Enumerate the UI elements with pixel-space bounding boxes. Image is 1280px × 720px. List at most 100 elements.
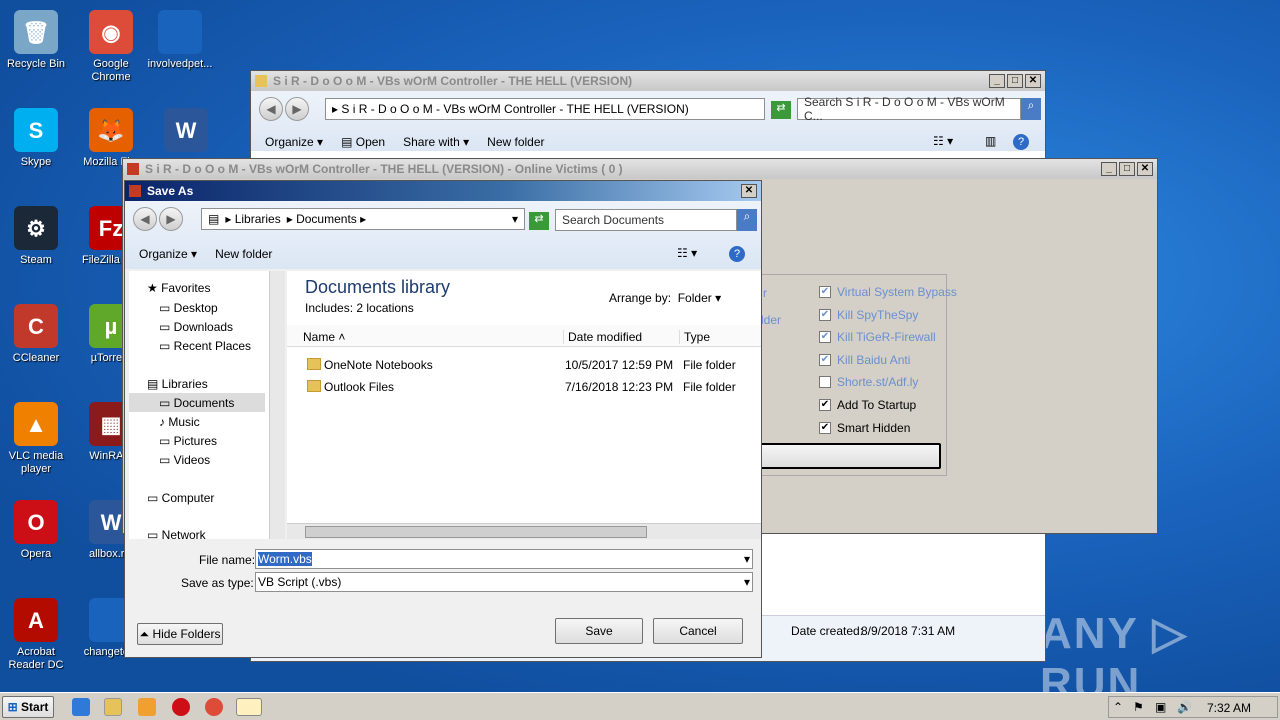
network-icon[interactable]: ▣ <box>1155 700 1166 714</box>
address-dropdown-icon[interactable]: ▾ <box>512 212 518 226</box>
option-checkbox[interactable]: ✔ Kill SpyTheSpy <box>819 308 918 322</box>
cancel-button[interactable]: Cancel <box>653 618 743 644</box>
nav-documents[interactable]: ▭ Documents <box>129 393 265 412</box>
new-folder-button[interactable]: New folder <box>215 247 272 261</box>
chrome-icon[interactable] <box>205 698 223 716</box>
minimize-button[interactable]: _ <box>1101 162 1117 176</box>
file-pane[interactable]: Documents library Includes: 2 locations … <box>287 271 761 539</box>
preview-pane-icon[interactable]: ▥ <box>985 134 996 148</box>
action-center-icon[interactable]: ⚑ <box>1133 700 1144 714</box>
volume-icon[interactable]: 🔊 <box>1177 700 1192 714</box>
close-button[interactable]: ✕ <box>1025 74 1041 88</box>
save-button[interactable]: Save <box>555 618 643 644</box>
explorer-titlebar[interactable]: S i R - D o O o M - VBs wOrM Controller … <box>251 71 1045 91</box>
back-button[interactable]: ◀ <box>259 97 283 121</box>
nav-computer[interactable]: ▭ Computer <box>147 491 214 505</box>
new-folder-button[interactable]: New folder <box>487 135 544 149</box>
nav-scrollbar[interactable] <box>269 271 285 539</box>
checkbox-box[interactable]: ✔ <box>819 421 831 434</box>
explorer-address-bar[interactable]: ▸ S i R - D o O o M - VBs wOrM Controlle… <box>325 98 765 120</box>
organize-menu[interactable]: Organize ▾ <box>265 135 323 149</box>
table-row[interactable]: OneNote Notebooks 10/5/2017 12:59 PM File … <box>287 355 761 375</box>
maximize-button[interactable]: □ <box>1007 74 1023 88</box>
option-checkbox[interactable]: ✔ Virtual System Bypass <box>819 285 957 299</box>
desktop-icon[interactable]: A Acrobat Reader DC <box>1 598 71 672</box>
desktop-icon[interactable]: W <box>151 108 221 156</box>
option-checkbox[interactable]: ✔ Smart Hidden <box>819 421 910 435</box>
view-options-icon[interactable]: ☷ ▾ <box>677 246 697 260</box>
desktop-icon[interactable]: 🗑 Recycle Bin <box>1 10 71 71</box>
explorer-icon[interactable] <box>104 698 122 716</box>
navigation-pane[interactable]: ★ Favorites ▭ Desktop ▭ Downloads ▭ Rece… <box>129 271 285 539</box>
nav-videos[interactable]: ▭ Videos <box>159 453 210 467</box>
save-as-titlebar[interactable]: Save As ✕ <box>125 181 761 201</box>
media-player-icon[interactable] <box>138 698 156 716</box>
column-type[interactable]: Type <box>679 330 710 344</box>
column-date-modified[interactable]: Date modified <box>563 330 642 344</box>
share-with-menu[interactable]: Share with ▾ <box>403 135 469 149</box>
nav-libraries[interactable]: ▤ Libraries <box>147 377 208 391</box>
nav-favorites[interactable]: ★ Favorites <box>147 281 210 295</box>
close-button[interactable]: ✕ <box>741 184 757 198</box>
file-name-dropdown-icon[interactable]: ▾ <box>744 552 750 566</box>
refresh-icon[interactable]: ⇄ <box>529 212 549 230</box>
option-checkbox[interactable]: ✔ Kill TiGeR-Firewall <box>819 330 936 344</box>
explorer-search-input[interactable]: Search S i R - D o O o M - VBs wOrM C... <box>797 95 1021 123</box>
forward-button[interactable]: ▶ <box>159 207 183 231</box>
back-button[interactable]: ◀ <box>133 207 157 231</box>
tray-chevron-icon[interactable]: ⌃ <box>1113 700 1123 714</box>
option-checkbox[interactable]: Shorte.st/Adf.ly <box>819 375 918 389</box>
forward-button[interactable]: ▶ <box>285 97 309 121</box>
desktop-icon[interactable]: ⚙ Steam <box>1 206 71 267</box>
nav-recent-places[interactable]: ▭ Recent Places <box>159 339 251 353</box>
nav-desktop[interactable]: ▭ Desktop <box>159 301 218 315</box>
breadcrumb-documents[interactable]: ▸ Documents ▸ <box>287 212 366 226</box>
checkbox-box[interactable] <box>819 376 831 389</box>
checkbox-box[interactable]: ✔ <box>819 286 831 298</box>
desktop-icon[interactable]: ◉ Google Chrome <box>76 10 146 84</box>
start-button[interactable]: ⊞ Start <box>2 696 54 718</box>
controller-titlebar[interactable]: S i R - D o O o M - VBs wOrM Controller … <box>123 159 1157 179</box>
horizontal-scrollbar[interactable] <box>287 523 761 539</box>
nav-pictures[interactable]: ▭ Pictures <box>159 434 217 448</box>
desktop-icon[interactable]: C CCleaner <box>1 304 71 365</box>
scroll-thumb[interactable] <box>305 526 647 538</box>
search-icon[interactable]: ⌕ <box>737 209 757 231</box>
worm-controller-icon[interactable] <box>236 698 262 716</box>
hide-folders-button[interactable]: ⏶ Hide Folders <box>137 623 223 645</box>
opera-icon[interactable] <box>172 698 190 716</box>
help-icon[interactable]: ? <box>1013 134 1029 150</box>
arrange-by[interactable]: Arrange by: Folder ▾ <box>609 291 721 305</box>
view-options-icon[interactable]: ☷ ▾ <box>933 134 953 148</box>
desktop-icon[interactable]: O Opera <box>1 500 71 561</box>
file-name-input[interactable]: Worm.vbs ▾ <box>255 549 753 569</box>
close-button[interactable]: ✕ <box>1137 162 1153 176</box>
desktop-icon[interactable]: ▲ VLC media player <box>1 402 71 476</box>
minimize-button[interactable]: _ <box>989 74 1005 88</box>
breadcrumb-libraries[interactable]: ▸ Libraries <box>225 212 280 226</box>
open-button[interactable]: ▤ Open <box>341 135 385 149</box>
checkbox-box[interactable]: ✔ <box>819 308 831 321</box>
clock[interactable]: 7:32 AM <box>1207 701 1251 715</box>
save-as-type-select[interactable]: VB Script (.vbs) ▾ <box>255 572 753 592</box>
save-as-type-dropdown-icon[interactable]: ▾ <box>744 575 750 589</box>
ie-icon[interactable] <box>72 698 90 716</box>
nav-music[interactable]: ♪ Music <box>159 415 200 429</box>
nav-downloads[interactable]: ▭ Downloads <box>159 320 233 334</box>
option-checkbox[interactable]: ✔ Kill Baidu Anti <box>819 353 910 367</box>
checkbox-box[interactable]: ✔ <box>819 353 831 366</box>
save-as-search-input[interactable]: Search Documents <box>555 209 737 231</box>
refresh-icon[interactable]: ⇄ <box>771 101 791 119</box>
search-icon[interactable]: ⌕ <box>1021 98 1041 120</box>
table-row[interactable]: Outlook Files 7/16/2018 12:23 PM File fold… <box>287 377 761 397</box>
help-icon[interactable]: ? <box>729 246 745 262</box>
checkbox-box[interactable]: ✔ <box>819 331 831 344</box>
column-name[interactable]: Name ˄ <box>303 330 345 344</box>
option-checkbox[interactable]: ✔ Add To Startup <box>819 398 916 412</box>
checkbox-box[interactable]: ✔ <box>819 399 831 411</box>
save-as-dialog[interactable]: Save As ✕ ◀ ▶ ▤ ▸ Libraries ▸ Documents … <box>124 180 762 658</box>
desktop-icon[interactable]: S Skype <box>1 108 71 169</box>
nav-network[interactable]: ▭ Network <box>147 528 206 539</box>
save-as-address-bar[interactable]: ▤ ▸ Libraries ▸ Documents ▸ ▾ <box>201 208 525 230</box>
organize-menu[interactable]: Organize ▾ <box>139 247 197 261</box>
